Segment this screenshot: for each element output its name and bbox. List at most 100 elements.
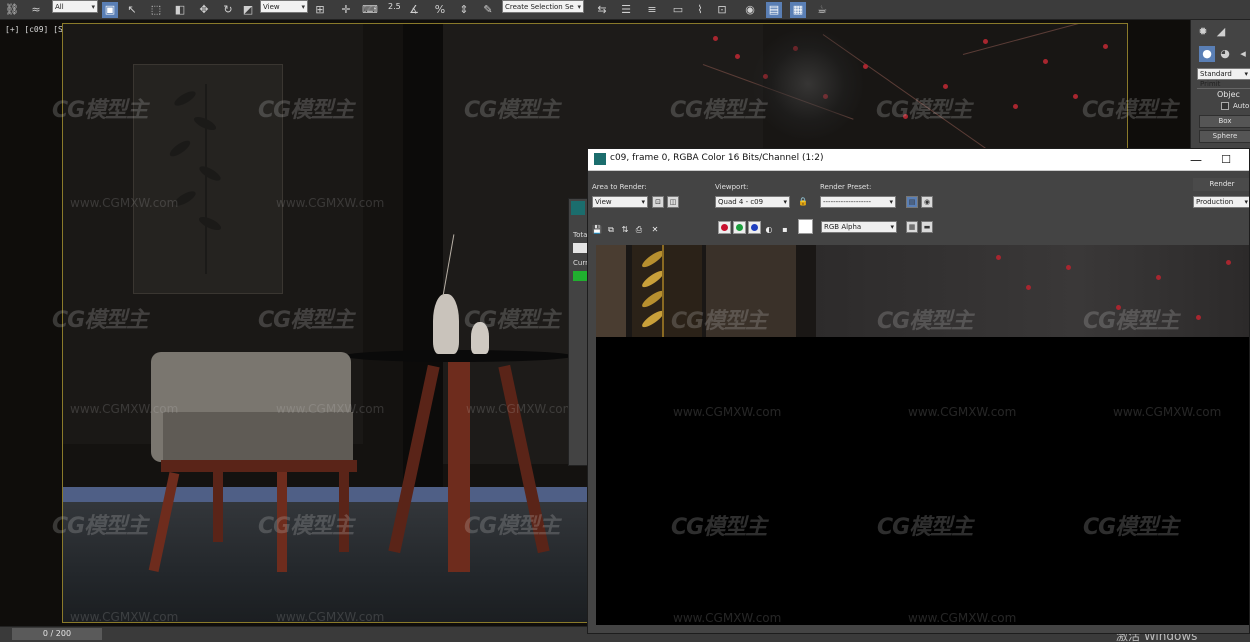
- box-button[interactable]: Box: [1199, 115, 1250, 128]
- primitive-category-dropdown[interactable]: Standard Primit: [1197, 68, 1250, 88]
- blue-channel-toggle[interactable]: [748, 221, 761, 234]
- geometry-icon[interactable]: ●: [1199, 46, 1215, 62]
- toggle-ui-icon[interactable]: ▬: [921, 221, 933, 233]
- channel-display-dropdown[interactable]: RGB Alpha: [821, 221, 897, 233]
- clone-window-icon[interactable]: ⇅: [620, 225, 630, 235]
- edit-named-sel-icon[interactable]: ✎: [480, 2, 496, 18]
- watermark-logo: CG模型主: [671, 515, 767, 540]
- maximize-button[interactable]: ☐: [1216, 151, 1236, 169]
- layer-manager-icon[interactable]: ≡: [644, 2, 660, 18]
- link-icon[interactable]: ⛓: [4, 2, 20, 18]
- frame-window-title: c09, frame 0, RGBA Color 16 Bits/Channel…: [610, 153, 824, 163]
- create-tab-icon[interactable]: ✹: [1195, 24, 1211, 40]
- watermark-url: www.CGMXW.com: [70, 196, 179, 210]
- save-image-icon[interactable]: 💾: [592, 225, 602, 235]
- render-button[interactable]: Render: [1193, 178, 1249, 191]
- alpha-channel-icon[interactable]: ◐: [764, 225, 774, 235]
- area-to-render-dropdown[interactable]: View: [592, 196, 648, 208]
- keyboard-shortcut-icon[interactable]: ⌨: [362, 2, 378, 18]
- reference-coord-dropdown[interactable]: View: [260, 0, 308, 14]
- green-channel-toggle[interactable]: [733, 221, 746, 234]
- autogrid-label: Auto: [1233, 102, 1250, 110]
- blossom: [1196, 315, 1201, 320]
- schematic-view-icon[interactable]: ⊡: [714, 2, 730, 18]
- watermark-url: www.CGMXW.com: [908, 611, 1017, 625]
- render-preset-dropdown[interactable]: -------------------: [820, 196, 896, 208]
- frame-counter[interactable]: 0 / 200: [12, 628, 102, 640]
- render-preset-value: -------------------: [823, 198, 871, 206]
- blossom: [1043, 59, 1048, 64]
- side-table-leg: [448, 362, 470, 572]
- channel-display-value: RGB Alpha: [824, 223, 862, 231]
- rendered-frame-window-icon[interactable]: ▦: [790, 2, 806, 18]
- render-production-icon[interactable]: ☕: [814, 2, 830, 18]
- named-selection-dropdown[interactable]: Create Selection Se: [502, 0, 584, 14]
- bind-spacewarp-icon[interactable]: ≈: [28, 2, 44, 18]
- material-editor-icon[interactable]: ◉: [742, 2, 758, 18]
- green-dot: [736, 224, 743, 231]
- minimize-button[interactable]: —: [1186, 151, 1206, 169]
- blossom: [1013, 104, 1018, 109]
- clear-image-icon[interactable]: ✕: [650, 225, 660, 235]
- primitive-category-value: Standard Primit: [1200, 70, 1232, 88]
- window-crossing-icon[interactable]: ◧: [172, 2, 188, 18]
- scale-icon[interactable]: ◩: [240, 2, 256, 18]
- watermark-logo: CG模型主: [258, 308, 354, 333]
- frame-window-titlebar[interactable]: c09, frame 0, RGBA Color 16 Bits/Channel…: [588, 149, 1249, 171]
- copy-image-icon[interactable]: ⧉: [606, 225, 616, 235]
- 3dsmax-application: ⛓ ≈ All ▣ ↖ ⬚ ◧ ✥ ↻ ◩ View ⊞ ✛ ⌨ 2.5 ∡ %…: [0, 0, 1250, 642]
- lock-icon[interactable]: 🔒: [798, 197, 808, 207]
- watermark-logo: CG模型主: [52, 308, 148, 333]
- mirror-icon[interactable]: ⇆: [594, 2, 610, 18]
- plant-stem: [205, 84, 207, 274]
- production-dropdown[interactable]: Production: [1193, 196, 1249, 208]
- edit-region-icon[interactable]: ⊡: [652, 196, 664, 208]
- watermark-url: www.CGMXW.com: [908, 405, 1017, 419]
- render-setup-icon[interactable]: ▤: [766, 2, 782, 18]
- sphere-button[interactable]: Sphere: [1199, 130, 1250, 143]
- rollout-title[interactable]: Objec: [1217, 90, 1240, 99]
- percent-snap-icon[interactable]: %: [432, 2, 448, 18]
- spinner-snap-icon[interactable]: ⇕: [456, 2, 472, 18]
- lights-icon[interactable]: ◂: [1235, 46, 1250, 62]
- auto-region-icon[interactable]: ◫: [667, 196, 679, 208]
- blossom: [1103, 44, 1108, 49]
- watermark-url: www.CGMXW.com: [466, 402, 575, 416]
- blossom: [863, 64, 868, 69]
- pivot-center-icon[interactable]: ⊞: [312, 2, 328, 18]
- current-label: Curr: [573, 259, 588, 267]
- selection-filter-dropdown[interactable]: All: [52, 0, 98, 14]
- shapes-icon[interactable]: ◕: [1217, 46, 1233, 62]
- swatch-white[interactable]: [798, 219, 813, 234]
- monochrome-icon[interactable]: ▪: [780, 225, 790, 235]
- curve-editor-icon[interactable]: ⌇: [692, 2, 708, 18]
- rect-selection-icon[interactable]: ⬚: [148, 2, 164, 18]
- viewport-label: Viewport:: [715, 183, 749, 191]
- red-channel-toggle[interactable]: [718, 221, 731, 234]
- blossom: [713, 36, 718, 41]
- watermark-url: www.CGMXW.com: [673, 405, 782, 419]
- select-by-name-icon[interactable]: ↖: [124, 2, 140, 18]
- graphite-icon[interactable]: ▭: [670, 2, 686, 18]
- watermark-logo: CG模型主: [464, 514, 560, 539]
- blue-dot: [751, 224, 758, 231]
- environment-icon[interactable]: ◉: [921, 196, 933, 208]
- toggle-ui-overlay-icon[interactable]: ▦: [906, 221, 918, 233]
- align-icon[interactable]: ☰: [618, 2, 634, 18]
- render-setup-icon[interactable]: ▤: [906, 196, 918, 208]
- select-manipulate-icon[interactable]: ✛: [338, 2, 354, 18]
- vase-tall: [433, 294, 459, 354]
- modify-tab-icon[interactable]: ◢: [1213, 24, 1229, 40]
- move-icon[interactable]: ✥: [196, 2, 212, 18]
- autogrid-checkbox[interactable]: [1221, 102, 1229, 110]
- print-image-icon[interactable]: ⎙: [634, 225, 644, 235]
- app-icon: [594, 153, 606, 165]
- viewport-dropdown[interactable]: Quad 4 - c09: [715, 196, 790, 208]
- watermark-url: www.CGMXW.com: [1113, 405, 1222, 419]
- rendered-image[interactable]: [596, 245, 1249, 625]
- watermark-logo: CG模型主: [1082, 98, 1178, 123]
- select-object-icon[interactable]: ▣: [102, 2, 118, 18]
- rotate-icon[interactable]: ↻: [220, 2, 236, 18]
- angle-snap-icon[interactable]: ∡: [406, 2, 422, 18]
- snap-value[interactable]: 2.5: [388, 0, 401, 13]
